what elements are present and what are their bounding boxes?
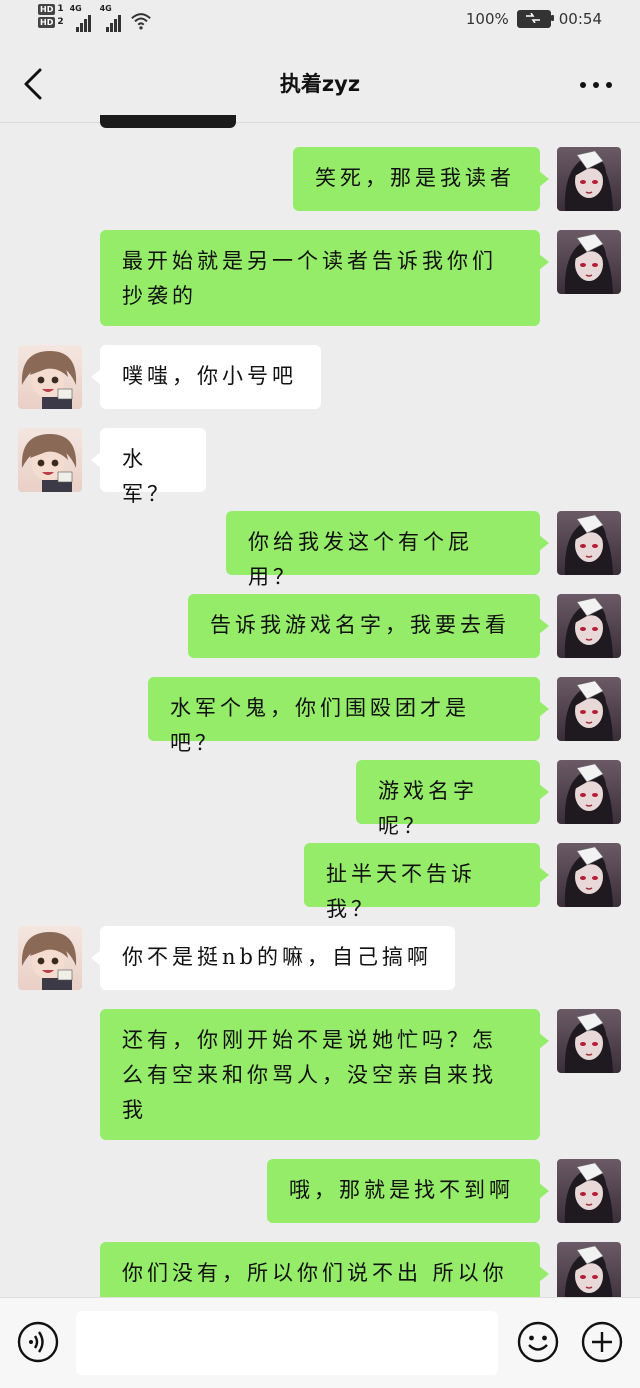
emoji-icon[interactable] (516, 1320, 560, 1364)
my-avatar[interactable] (557, 760, 621, 824)
input-bar (0, 1297, 640, 1388)
battery-icon (516, 10, 554, 28)
signal-icon: 4G (70, 4, 94, 32)
chat-header: 执着zyz (0, 44, 640, 123)
message-bubble-sent[interactable]: 笑死，那是我读者 (293, 147, 549, 211)
my-avatar[interactable] (557, 843, 621, 907)
message-bubble-received[interactable]: 水军？ (91, 428, 206, 506)
message-input[interactable] (76, 1311, 498, 1375)
message-bubble-sent[interactable]: 哦，那就是找不到啊 (267, 1159, 549, 1223)
message-bubble-sent[interactable]: 最开始就是另一个读者告诉我你们抄袭的 (100, 230, 549, 326)
more-options-icon[interactable] (580, 82, 612, 88)
message-bubble-sent[interactable]: 告诉我游戏名字，我要去看 (188, 594, 549, 658)
wifi-icon (130, 13, 151, 30)
my-avatar[interactable] (557, 511, 621, 575)
message-bubble-sent[interactable]: 还有，你刚开始不是说她忙吗？怎么有空来和你骂人，没空亲自来找我 (100, 1009, 549, 1140)
message-bubble-sent[interactable]: 你给我发这个有个屁用？ (226, 511, 549, 589)
message-bubble-sent[interactable]: 游戏名字呢？ (356, 760, 549, 838)
signal-icon: 4G (100, 4, 124, 32)
battery-percent: 100% (465, 10, 509, 28)
contact-avatar[interactable] (18, 926, 82, 990)
status-bar: HD 1 HD 2 4G 4G 100% 00:54 (0, 0, 640, 44)
plus-icon[interactable] (580, 1320, 624, 1364)
message-bubble-sent[interactable]: 扯半天不告诉我？ (304, 843, 549, 921)
sim1-indicator: HD 1 (38, 4, 64, 15)
my-avatar[interactable] (557, 677, 621, 741)
message-bubble-received[interactable]: 你不是挺nb的嘛，自己搞啊 (91, 926, 455, 990)
my-avatar[interactable] (557, 147, 621, 211)
contact-avatar[interactable] (18, 345, 82, 409)
sim2-indicator: HD 2 (38, 17, 64, 28)
my-avatar[interactable] (557, 1159, 621, 1223)
media-message-fragment[interactable] (100, 115, 236, 128)
clock: 00:54 (558, 10, 602, 28)
my-avatar[interactable] (557, 230, 621, 294)
my-avatar[interactable] (557, 1009, 621, 1073)
voice-input-icon[interactable] (16, 1320, 60, 1364)
contact-avatar[interactable] (18, 428, 82, 492)
my-avatar[interactable] (557, 594, 621, 658)
message-bubble-received[interactable]: 噗嗤，你小号吧 (91, 345, 321, 409)
chat-title: 执着zyz (279, 72, 361, 96)
message-bubble-sent[interactable]: 水军个鬼，你们围殴团才是吧？ (148, 677, 549, 755)
